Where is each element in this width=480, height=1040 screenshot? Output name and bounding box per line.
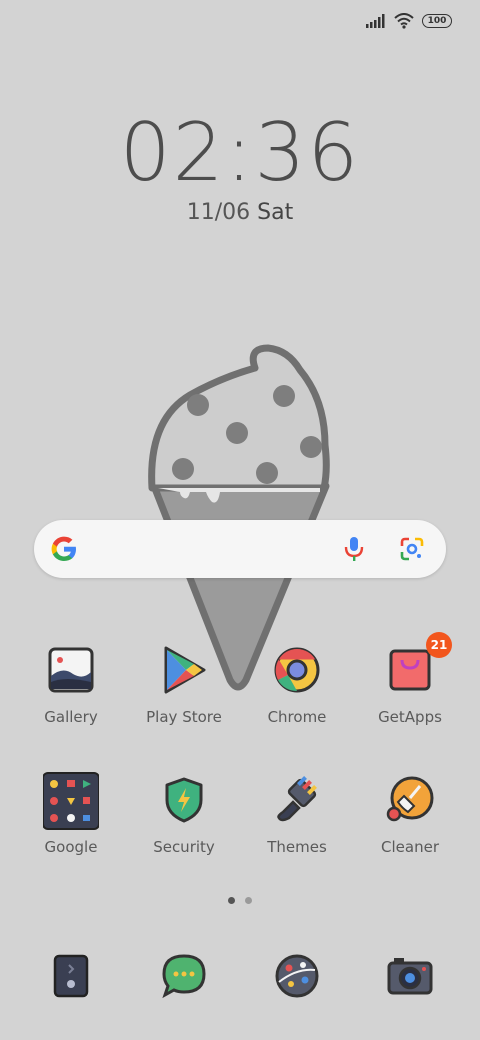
status-bar: 100 [366,10,452,32]
page-dot[interactable] [245,897,252,904]
lens-icon[interactable] [400,537,424,561]
dock-browser-button[interactable] [269,948,325,1004]
app-security[interactable]: Security [128,772,240,856]
app-label: Play Store [146,708,222,726]
microphone-icon[interactable] [342,535,366,563]
google-search-bar[interactable] [34,520,446,578]
app-label: Chrome [267,708,327,726]
app-chrome[interactable]: Chrome [241,642,353,726]
app-google-folder[interactable]: Google [15,772,127,856]
app-gallery[interactable]: Gallery [15,642,127,726]
battery-indicator: 100 [422,14,452,28]
app-cleaner[interactable]: Cleaner [354,772,466,856]
google-logo-icon [51,536,76,561]
security-shield-icon [156,772,212,828]
google-folder-icon [42,772,100,830]
camera-icon [387,958,433,995]
app-label: Google [44,838,98,856]
page-dot-active[interactable] [228,897,235,904]
app-label: Themes [267,838,327,856]
app-label: Cleaner [381,838,439,856]
chrome-icon [269,642,325,698]
app-getapps[interactable]: 21 GetApps [354,632,466,726]
cleaner-broom-icon [382,772,438,828]
clock-date[interactable]: 11/06 Sat [0,200,480,225]
dock-phone-button[interactable] [43,948,99,1004]
gallery-icon [43,642,99,698]
app-label: GetApps [378,708,442,726]
dock-messages-button[interactable] [156,948,212,1004]
browser-icon [275,954,319,998]
app-label: Security [153,838,215,856]
play-store-icon [156,642,212,698]
date-text: 11/06 [186,200,251,225]
clock-time[interactable]: 02:36 [0,106,480,199]
messages-icon [162,954,206,999]
app-label: Gallery [44,708,98,726]
weekday-text: Sat [257,200,294,225]
app-themes[interactable]: Themes [241,772,353,856]
phone-icon [53,954,89,998]
dock-camera-button[interactable] [382,948,438,1004]
themes-brush-icon [269,772,325,828]
page-indicator [0,897,480,904]
getapps-icon: 21 [382,632,452,698]
signal-icon [366,14,385,28]
wifi-icon [394,13,414,29]
notification-badge: 21 [426,632,452,658]
app-play-store[interactable]: Play Store [128,642,240,726]
